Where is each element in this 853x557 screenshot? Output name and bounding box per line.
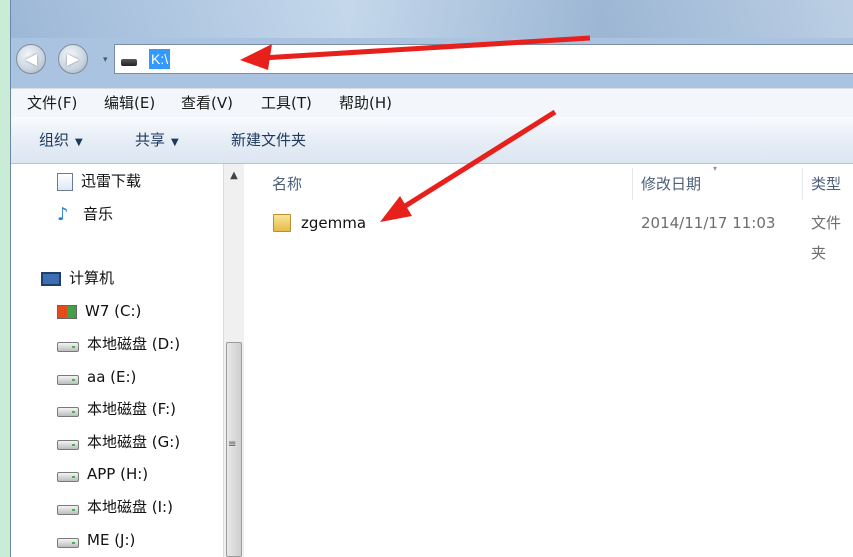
chevron-down-icon: ▼ (171, 137, 179, 148)
column-header-type[interactable]: 类型 (811, 164, 841, 204)
title-bar (11, 0, 853, 38)
nav-item-drive-i[interactable]: 本地磁盘 (I:) (57, 495, 173, 519)
scroll-grip-icon: ≡ (228, 439, 237, 450)
forward-button[interactable]: ▶ (58, 44, 88, 74)
back-arrow-icon: ◀ (24, 49, 38, 68)
nav-item-drive-j[interactable]: ME (J:) (57, 528, 135, 552)
system-drive-icon (57, 304, 77, 319)
menu-bar: 文件(F) 编辑(E) 查看(V) 工具(T) 帮助(H) (11, 88, 853, 117)
music-icon: ♪ (57, 203, 69, 225)
menu-view[interactable]: 查看(V) (181, 89, 233, 117)
menu-help[interactable]: 帮助(H) (339, 89, 392, 117)
nav-item-drive-h[interactable]: APP (H:) (57, 462, 148, 486)
nav-item-label: 本地磁盘 (I:) (87, 498, 173, 516)
nav-item-drive-d[interactable]: 本地磁盘 (D:) (57, 332, 180, 356)
nav-item-drive-g[interactable]: 本地磁盘 (G:) (57, 430, 180, 454)
nav-item-label: APP (H:) (87, 465, 149, 483)
menu-tools[interactable]: 工具(T) (261, 89, 312, 117)
nav-item-label: 本地磁盘 (F:) (87, 400, 176, 418)
file-list: 名称 修改日期 ▾ 类型 zgemma 2014/11/17 11:03 文件夹 (244, 164, 853, 557)
column-header-date[interactable]: 修改日期 (641, 164, 701, 204)
address-path[interactable]: K:\ (149, 49, 171, 69)
download-folder-icon (57, 172, 73, 191)
nav-item-label: 本地磁盘 (G:) (87, 433, 181, 451)
column-header-name[interactable]: 名称 (272, 164, 302, 204)
drive-icon (57, 374, 79, 385)
file-type: 文件夹 (811, 214, 842, 262)
address-bar[interactable]: K:\ (114, 44, 853, 74)
drive-icon (57, 439, 79, 450)
nav-item-label: aa (E:) (87, 368, 137, 386)
nav-item-drive-f[interactable]: 本地磁盘 (F:) (57, 397, 176, 421)
recent-pages-dropdown[interactable]: ▾ (103, 55, 108, 65)
organize-label: 组织 (39, 131, 70, 149)
new-folder-button[interactable]: 新建文件夹 (231, 117, 306, 163)
column-divider[interactable] (802, 168, 803, 200)
navigation-pane: 迅雷下载 ♪ 音乐 计算机 W7 (C:) 本地磁盘 (D:) aa (E:) 本… (11, 164, 223, 557)
file-name[interactable]: zgemma (301, 208, 366, 238)
menu-edit[interactable]: 编辑(E) (104, 89, 155, 117)
share-button[interactable]: 共享 ▼ (135, 117, 179, 163)
nav-item-drive-c[interactable]: W7 (C:) (57, 299, 141, 323)
nav-item-label: 计算机 (69, 269, 115, 287)
share-label: 共享 (135, 131, 166, 149)
drive-icon (121, 59, 137, 66)
nav-item-xunlei-downloads[interactable]: 迅雷下载 (57, 169, 141, 193)
drive-icon (57, 537, 79, 548)
chevron-down-icon: ▼ (75, 137, 83, 148)
nav-item-label: 迅雷下载 (81, 172, 142, 190)
nav-pane-scrollbar[interactable]: ▲ ≡ (223, 164, 244, 557)
menu-file[interactable]: 文件(F) (27, 89, 77, 117)
column-divider[interactable] (632, 168, 633, 200)
nav-item-computer[interactable]: 计算机 (41, 266, 114, 290)
nav-item-label: 音乐 (83, 205, 114, 223)
file-date: 2014/11/17 11:03 (641, 214, 776, 232)
explorer-window: ◀ ▶ ▾ K:\ 文件(F) 编辑(E) 查看(V) 工具(T) 帮助(H) … (10, 0, 853, 557)
forward-arrow-icon: ▶ (66, 49, 80, 68)
back-button[interactable]: ◀ (16, 44, 46, 74)
drive-icon (57, 341, 79, 352)
command-bar: 组织 ▼ 共享 ▼ 新建文件夹 (11, 117, 853, 164)
organize-button[interactable]: 组织 ▼ (39, 117, 83, 163)
folder-icon (273, 214, 291, 232)
nav-item-label: 本地磁盘 (D:) (87, 335, 181, 353)
nav-item-label: W7 (C:) (85, 302, 142, 320)
sort-indicator-icon: ▾ (713, 164, 718, 173)
drive-icon (57, 406, 79, 417)
computer-icon (41, 271, 61, 286)
nav-item-drive-e[interactable]: aa (E:) (57, 365, 136, 389)
file-row[interactable]: zgemma 2014/11/17 11:03 文件夹 (244, 208, 853, 262)
drive-icon (57, 504, 79, 515)
scroll-up-arrow-icon[interactable]: ▲ (224, 168, 244, 184)
nav-item-music[interactable]: ♪ 音乐 (57, 202, 113, 226)
drive-icon (57, 471, 79, 482)
nav-item-label: ME (J:) (87, 531, 136, 549)
